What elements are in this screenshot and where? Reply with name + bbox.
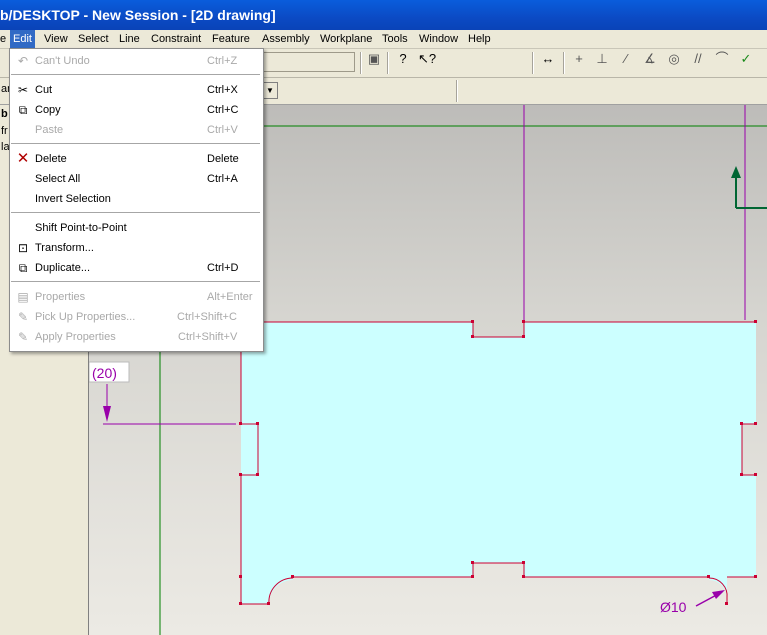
menu-separator xyxy=(11,143,260,144)
menu-item-label: Transform... xyxy=(35,242,94,254)
menu-item-label: Delete xyxy=(35,153,67,165)
menu-window[interactable]: Window xyxy=(416,30,461,48)
constraint-tangent-icon[interactable]: ⁄ xyxy=(616,49,636,69)
toolbar-separator xyxy=(532,52,534,74)
menu-item-shortcut: Ctrl+D xyxy=(207,262,239,274)
menu-item-properties[interactable]: ▤ Properties Alt+Enter xyxy=(10,287,263,307)
title-bar: b/DESKTOP - New Session - [2D drawing] xyxy=(0,0,767,30)
menu-file[interactable]: e xyxy=(0,30,9,48)
diameter-arrow xyxy=(712,590,725,599)
menu-item-label: Pick Up Properties... xyxy=(35,311,136,323)
menu-item-shortcut: Ctrl+Shift+C xyxy=(177,311,237,323)
menu-item-shortcut: Ctrl+Shift+V xyxy=(178,331,238,343)
menu-item-paste[interactable]: Paste Ctrl+V xyxy=(10,120,263,140)
menu-line[interactable]: Line xyxy=(116,30,143,48)
menu-tools[interactable]: Tools xyxy=(379,30,411,48)
edit-menu: ↶ Can't Undo Ctrl+Z ✂ Cut Ctrl+X ⧉ Copy … xyxy=(9,48,264,352)
menu-item-label: Invert Selection xyxy=(35,193,111,205)
menu-item-label: Copy xyxy=(35,104,61,116)
constraint-parallel-icon[interactable]: // xyxy=(688,49,708,69)
menu-item-transform[interactable]: ⊡ Transform... xyxy=(10,238,263,258)
menu-item-pickup-properties[interactable]: ✎ Pick Up Properties... Ctrl+Shift+C xyxy=(10,307,263,327)
constraint-coincident-icon[interactable]: + xyxy=(569,49,589,69)
menu-separator xyxy=(11,212,260,213)
menu-item-shift-point[interactable]: Shift Point-to-Point xyxy=(10,218,263,238)
menu-bar: e Edit View Select Line Constraint Featu… xyxy=(0,30,767,49)
menu-item-shortcut: Alt+Enter xyxy=(207,291,253,303)
context-help-icon[interactable]: ↖? xyxy=(417,49,437,69)
chevron-down-icon[interactable]: ▼ xyxy=(262,82,278,99)
workplane-y-arrow xyxy=(731,166,741,178)
menu-item-label: Paste xyxy=(35,124,64,136)
constraint-concentric-icon[interactable]: ◎ xyxy=(664,49,684,69)
constraint-angle-icon[interactable]: ∡ xyxy=(640,49,660,69)
menu-item-shortcut: Ctrl+Z xyxy=(207,55,238,67)
menu-item-label: Duplicate... xyxy=(35,262,91,274)
menu-constraint[interactable]: Constraint xyxy=(148,30,204,48)
menu-select[interactable]: Select xyxy=(75,30,112,48)
pickup-icon: ✎ xyxy=(17,310,29,324)
window-title: b/DESKTOP - New Session - [2D drawing] xyxy=(0,7,276,23)
menu-item-label: Apply Properties xyxy=(35,331,116,343)
delete-x-icon: ✕ xyxy=(16,150,30,167)
menu-separator xyxy=(11,281,260,282)
constraint-symmetric-icon[interactable]: ⌒ xyxy=(712,49,732,69)
menu-item-select-all[interactable]: Select All Ctrl+A xyxy=(10,169,263,189)
panel-line: fr xyxy=(1,125,8,137)
constraint-fix-icon[interactable]: ✓ xyxy=(736,49,756,69)
menu-item-cut[interactable]: ✂ Cut Ctrl+X xyxy=(10,80,263,100)
menu-feature[interactable]: Feature xyxy=(209,30,253,48)
menu-item-label: Shift Point-to-Point xyxy=(35,222,127,234)
dimension-arrow xyxy=(103,406,111,422)
help-icon[interactable]: ? xyxy=(393,49,413,69)
panel-line: b xyxy=(1,108,8,120)
toolbar-separator xyxy=(360,52,362,74)
menu-item-undo[interactable]: ↶ Can't Undo Ctrl+Z xyxy=(10,51,263,71)
menu-item-apply-properties[interactable]: ✎ Apply Properties Ctrl+Shift+V xyxy=(10,327,263,347)
duplicate-icon: ⧉ xyxy=(18,261,28,275)
menu-item-shortcut: Ctrl+A xyxy=(207,173,238,185)
dimension-label-vertical: (20) xyxy=(92,365,117,381)
toolbar-field[interactable] xyxy=(262,52,355,72)
menu-item-label: Can't Undo xyxy=(35,55,90,67)
copy-icon: ⧉ xyxy=(18,103,28,117)
menu-item-label: Properties xyxy=(35,291,86,303)
menu-item-shortcut: Delete xyxy=(207,153,239,165)
apply-icon: ✎ xyxy=(17,330,29,344)
menu-workplane[interactable]: Workplane xyxy=(317,30,375,48)
menu-item-label: Select All xyxy=(35,173,81,185)
filter-icon[interactable]: ▣ xyxy=(364,49,384,69)
menu-item-shortcut: Ctrl+C xyxy=(207,104,239,116)
menu-separator xyxy=(11,74,260,75)
menu-item-shortcut: Ctrl+V xyxy=(207,124,238,136)
constraint-perpendicular-icon[interactable]: ⊥ xyxy=(592,49,612,69)
dimension-label-diameter: Ø10 xyxy=(660,599,687,615)
menu-item-shortcut: Ctrl+X xyxy=(207,84,238,96)
menu-assembly[interactable]: Assembly xyxy=(259,30,313,48)
menu-item-invert-selection[interactable]: Invert Selection xyxy=(10,189,263,209)
undo-icon: ↶ xyxy=(17,54,29,68)
part-fill xyxy=(241,322,756,604)
scissors-icon: ✂ xyxy=(17,83,29,97)
transform-icon: ⊡ xyxy=(17,241,29,255)
menu-help[interactable]: Help xyxy=(465,30,494,48)
dimension-tool-icon[interactable]: ↔ xyxy=(538,49,558,69)
toolbar-separator xyxy=(563,52,565,74)
properties-icon: ▤ xyxy=(17,290,29,304)
menu-view[interactable]: View xyxy=(41,30,71,48)
menu-item-copy[interactable]: ⧉ Copy Ctrl+C xyxy=(10,100,263,120)
menu-item-delete[interactable]: ✕ Delete Delete xyxy=(10,149,263,169)
toolbar-separator xyxy=(387,52,389,74)
menu-item-label: Cut xyxy=(35,84,53,96)
menu-edit[interactable]: Edit xyxy=(10,30,35,48)
menu-item-duplicate[interactable]: ⧉ Duplicate... Ctrl+D xyxy=(10,258,263,278)
toolbar-separator xyxy=(456,80,458,102)
